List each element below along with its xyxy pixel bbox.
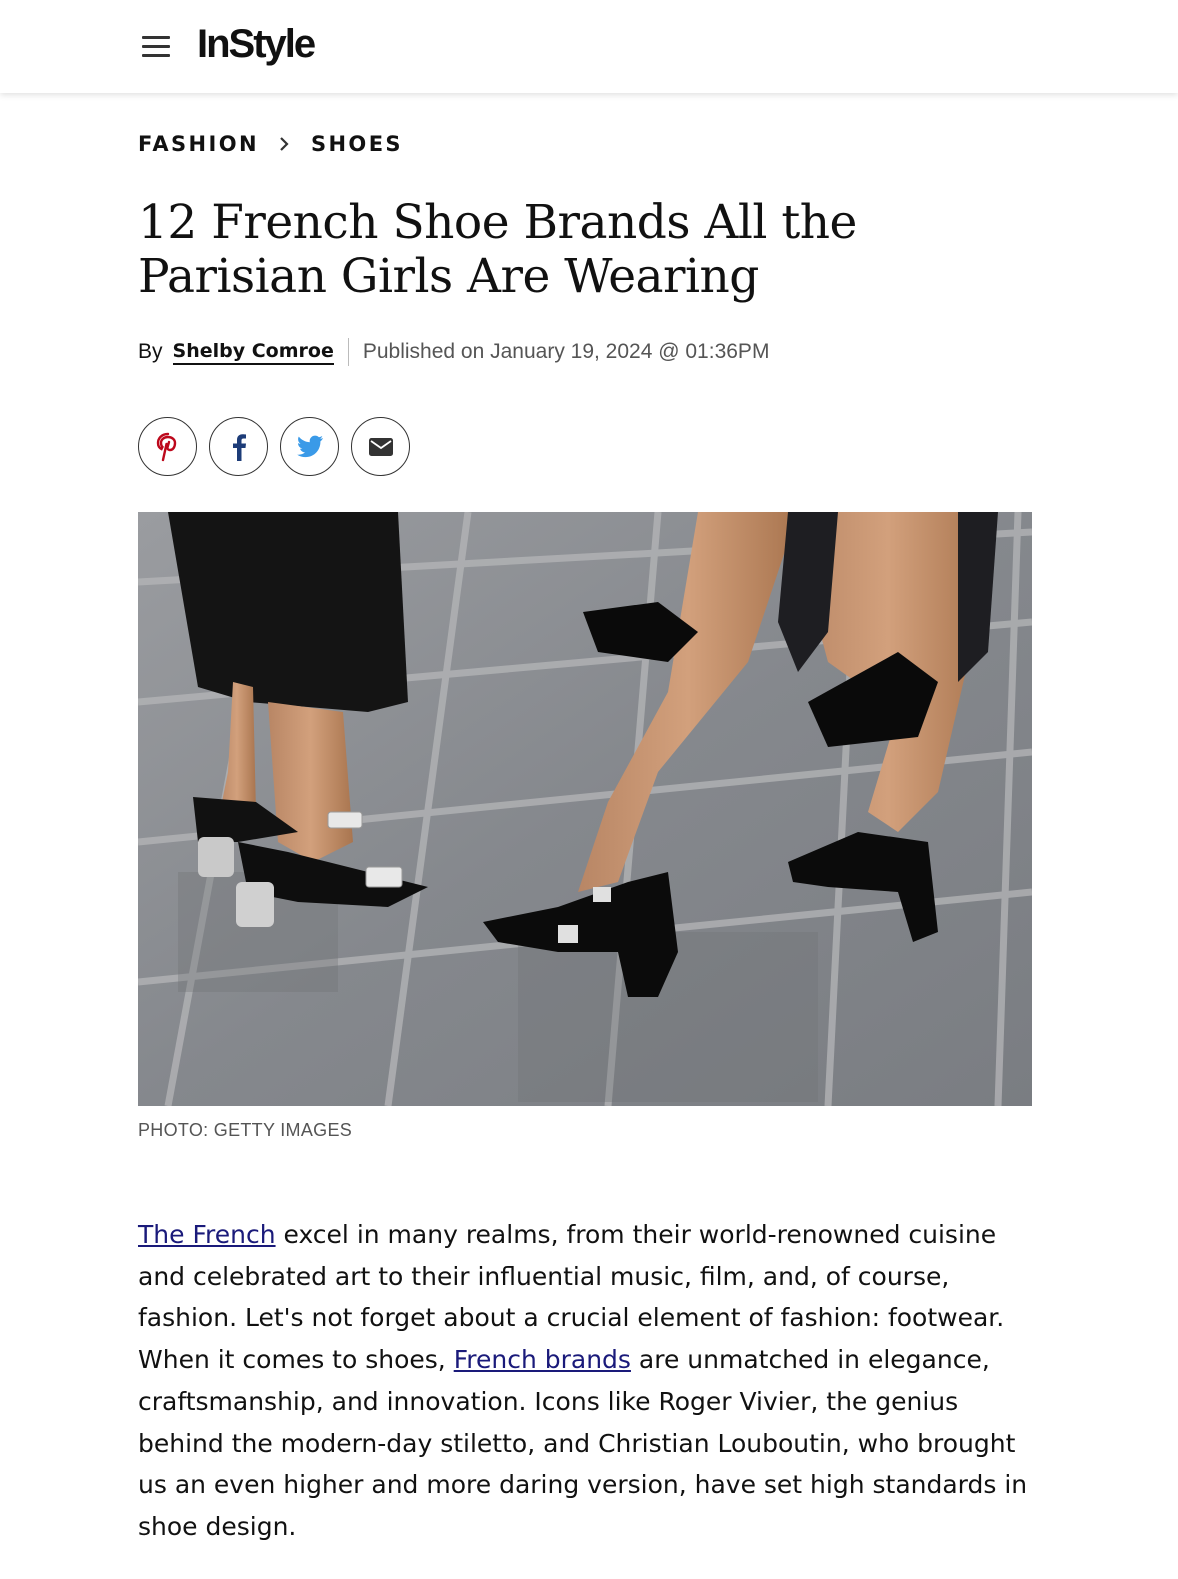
link-french-brands[interactable]: French brands (454, 1345, 631, 1374)
share-pinterest-button[interactable] (138, 417, 197, 476)
publish-date: Published on January 19, 2024 @ 01:36PM (362, 340, 770, 363)
by-label: By (138, 340, 163, 363)
article-intro: The French excel in many realms, from th… (138, 1214, 1038, 1548)
menu-icon[interactable] (142, 36, 172, 58)
breadcrumb: FASHION SHOES (138, 132, 403, 156)
facebook-icon (232, 433, 246, 461)
site-logo[interactable]: InStyle (197, 22, 316, 67)
shoes-photo (138, 512, 1032, 1106)
share-bar (138, 417, 422, 476)
email-icon (368, 437, 393, 456)
chevron-right-icon (280, 137, 289, 151)
twitter-icon (296, 435, 323, 457)
hero-image (138, 512, 1032, 1106)
photo-credit: PHOTO: GETTY IMAGES (138, 1120, 353, 1140)
byline: By Shelby Comroe Published on January 19… (138, 338, 769, 366)
author-link[interactable]: Shelby Comroe (172, 340, 334, 365)
article-title: 12 French Shoe Brands All the Parisian G… (138, 195, 857, 304)
intro-text-2: are unmatched in elegance, craftsmanship… (138, 1345, 1028, 1541)
pinterest-icon (156, 432, 176, 461)
share-twitter-button[interactable] (280, 417, 339, 476)
share-facebook-button[interactable] (209, 417, 268, 476)
site-header: InStyle (0, 0, 1178, 93)
byline-divider (347, 338, 349, 366)
link-the-french[interactable]: The French (138, 1220, 276, 1249)
breadcrumb-fashion[interactable]: FASHION (138, 132, 259, 156)
breadcrumb-shoes[interactable]: SHOES (311, 132, 403, 156)
share-email-button[interactable] (351, 417, 410, 476)
